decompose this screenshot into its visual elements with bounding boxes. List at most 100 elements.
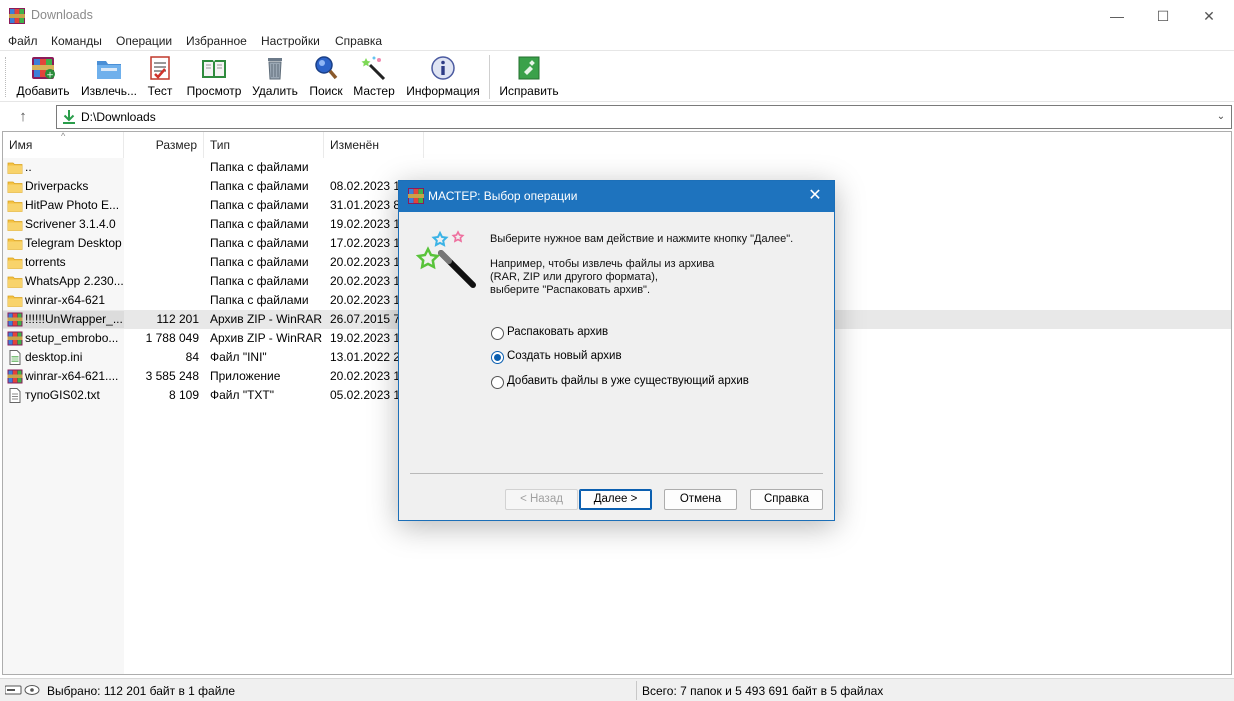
add-button-label: Добавить bbox=[16, 84, 70, 98]
folder-icon bbox=[7, 162, 23, 174]
menu-settings[interactable]: Настройки bbox=[261, 34, 320, 48]
folder-icon bbox=[7, 219, 23, 231]
file-type: Файл "INI" bbox=[210, 350, 267, 364]
wizard-icon bbox=[361, 56, 386, 81]
menu-help[interactable]: Справка bbox=[335, 34, 382, 48]
test-button-label: Тест bbox=[147, 84, 173, 98]
winrar-archive-icon bbox=[7, 369, 23, 384]
file-name-text: winrar-x64-621.... bbox=[25, 369, 119, 383]
dialog-instruction: Выберите нужное вам действие и нажмите к… bbox=[490, 233, 794, 245]
file-type: Папка с файлами bbox=[210, 198, 309, 212]
status-bar: Выбрано: 112 201 байт в 1 файле Всего: 7… bbox=[0, 678, 1234, 701]
wizard-dialog: МАСТЕР: Выбор операции ✕ Выберите нужное… bbox=[398, 180, 835, 521]
help-button[interactable]: Справка bbox=[750, 489, 823, 510]
column-header-size[interactable]: Размер bbox=[124, 132, 204, 158]
file-name: Telegram Desktop bbox=[3, 235, 124, 252]
repair-icon bbox=[518, 56, 540, 80]
file-name-text: !!!!!!UnWrapper_... bbox=[25, 312, 123, 326]
folder-icon bbox=[7, 238, 23, 250]
magic-wand-icon bbox=[415, 230, 476, 288]
menu-bar: Файл Команды Операции Избранное Настройк… bbox=[0, 32, 1234, 50]
file-size bbox=[125, 254, 199, 271]
file-type: Папка с файлами bbox=[210, 274, 309, 288]
minimize-button[interactable]: — bbox=[1094, 0, 1140, 32]
extract-button-label: Извлечь... bbox=[80, 84, 137, 98]
winrar-archive-icon bbox=[7, 312, 23, 327]
column-header-type[interactable]: Тип bbox=[204, 132, 324, 158]
folder-icon bbox=[7, 295, 23, 307]
radio-create-archive-label: Создать новый архив bbox=[507, 350, 622, 362]
file-type: Архив ZIP - WinRAR bbox=[210, 331, 322, 345]
column-header-modified-label: Изменён bbox=[330, 138, 379, 152]
file-name-text: WhatsApp 2.230... bbox=[25, 274, 124, 288]
svg-text:+: + bbox=[46, 71, 54, 81]
column-header-modified[interactable]: Изменён bbox=[324, 132, 424, 158]
dialog-divider bbox=[410, 473, 823, 474]
toolbar: + Добавить Извлечь... Тест Просмотр Удал… bbox=[0, 50, 1234, 102]
repair-button-label: Исправить bbox=[499, 84, 559, 98]
file-name: HitPaw Photo E... bbox=[3, 197, 124, 214]
address-row: ↑ D:\Downloads ⌄ bbox=[0, 103, 1234, 130]
menu-commands[interactable]: Команды bbox=[51, 34, 102, 48]
chevron-down-icon[interactable]: ⌄ bbox=[1213, 108, 1229, 126]
radio-extract-archive-label: Распаковать архив bbox=[507, 326, 609, 338]
close-window-button[interactable]: ✕ bbox=[1186, 0, 1232, 32]
radio-button-selected[interactable] bbox=[491, 351, 504, 364]
radio-add-to-archive-label: Добавить файлы в уже существующий архив bbox=[507, 375, 749, 387]
file-size bbox=[125, 235, 199, 252]
repair-button[interactable]: Исправить bbox=[497, 55, 561, 101]
file-size: 84 bbox=[185, 350, 199, 364]
radio-button[interactable] bbox=[491, 376, 504, 389]
file-name-text: HitPaw Photo E... bbox=[25, 198, 120, 212]
next-button[interactable]: Далее > bbox=[579, 489, 652, 510]
folder-icon bbox=[7, 200, 23, 212]
file-name-text: тупоGIS02.txt bbox=[25, 388, 100, 402]
column-header-name[interactable]: ^ Имя bbox=[3, 131, 124, 158]
back-button[interactable]: < Назад bbox=[505, 489, 578, 510]
file-name-text: .. bbox=[25, 160, 32, 174]
folder-icon bbox=[7, 181, 23, 193]
column-header-size-label: Размер bbox=[155, 138, 197, 152]
sort-ascending-icon: ^ bbox=[61, 131, 66, 141]
up-folder-button[interactable]: ↑ bbox=[13, 107, 33, 127]
file-name: torrents bbox=[3, 254, 124, 271]
test-button[interactable]: Тест bbox=[145, 55, 175, 101]
file-name-text: Scrivener 3.1.4.0 bbox=[25, 217, 116, 231]
address-field[interactable]: D:\Downloads ⌄ bbox=[56, 105, 1232, 129]
view-button[interactable]: Просмотр bbox=[184, 55, 244, 101]
drive-icon bbox=[4, 684, 41, 699]
info-icon bbox=[431, 56, 455, 80]
find-button[interactable]: Поиск bbox=[306, 55, 346, 101]
wizard-button[interactable]: Мастер bbox=[351, 55, 397, 101]
radio-button[interactable] bbox=[491, 327, 504, 340]
file-type: Папка с файлами bbox=[210, 179, 309, 193]
file-name: .. bbox=[3, 159, 124, 176]
maximize-button[interactable]: ☐ bbox=[1140, 0, 1186, 32]
menu-favorites[interactable]: Избранное bbox=[186, 34, 247, 48]
toolbar-grip[interactable] bbox=[5, 57, 8, 97]
dialog-title-bar[interactable]: МАСТЕР: Выбор операции ✕ bbox=[399, 181, 834, 212]
file-row[interactable]: .. Папка с файлами bbox=[3, 158, 1231, 177]
delete-button[interactable]: Удалить bbox=[252, 55, 298, 101]
menu-file[interactable]: Файл bbox=[8, 34, 38, 48]
file-type: Архив ZIP - WinRAR bbox=[210, 312, 322, 326]
cancel-button[interactable]: Отмена bbox=[664, 489, 737, 510]
view-icon bbox=[202, 60, 226, 78]
file-name: тупоGIS02.txt bbox=[3, 387, 124, 404]
file-name-text: Telegram Desktop bbox=[25, 236, 122, 250]
file-name: winrar-x64-621 bbox=[3, 292, 124, 309]
file-size bbox=[125, 178, 199, 195]
info-button[interactable]: Информация bbox=[404, 55, 482, 101]
file-type: Приложение bbox=[210, 369, 281, 383]
file-name: desktop.ini bbox=[3, 349, 124, 366]
dialog-close-button[interactable]: ✕ bbox=[802, 184, 828, 208]
file-name: setup_embrobo... bbox=[3, 330, 124, 347]
file-type: Папка с файлами bbox=[210, 160, 309, 174]
window-title: Downloads bbox=[31, 8, 93, 22]
menu-operations[interactable]: Операции bbox=[116, 34, 172, 48]
status-selected: Выбрано: 112 201 байт в 1 файле bbox=[47, 684, 236, 698]
text-file-icon bbox=[9, 388, 21, 403]
address-path: D:\Downloads bbox=[81, 110, 156, 124]
add-button[interactable]: + Добавить bbox=[14, 55, 72, 101]
extract-button[interactable]: Извлечь... bbox=[78, 55, 140, 101]
